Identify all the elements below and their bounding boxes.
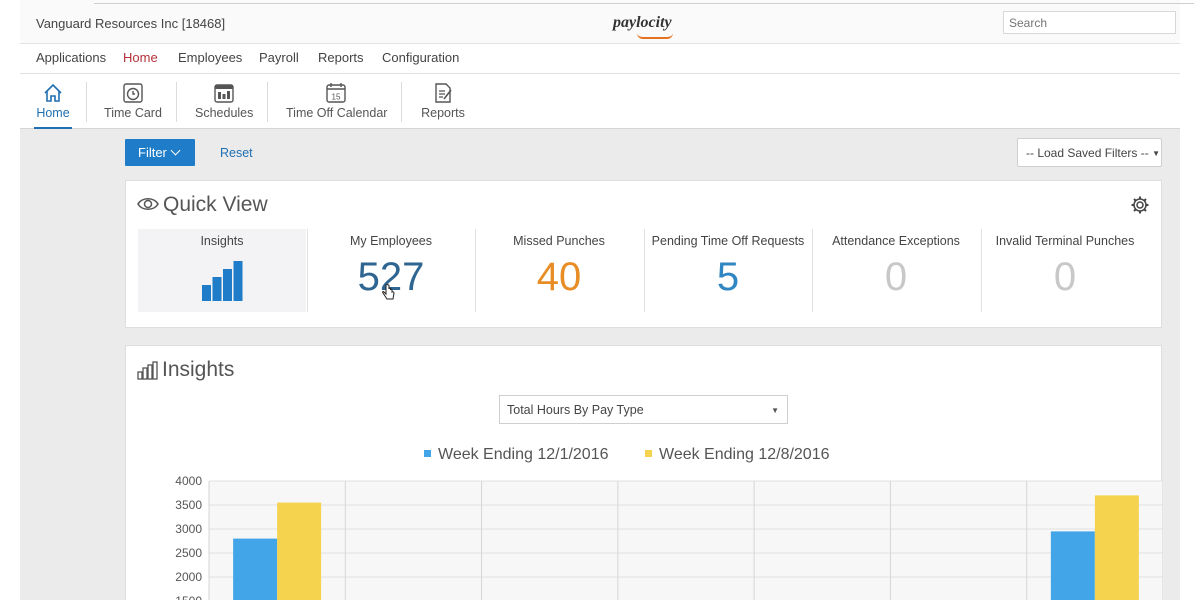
- calendar-icon: 15: [326, 83, 346, 103]
- filter-label: Filter: [138, 145, 167, 160]
- quick-view-title: Quick View: [163, 193, 268, 216]
- top-bar: Vanguard Resources Inc [18468] paylocity: [20, 0, 1194, 44]
- schedule-icon: [214, 84, 234, 103]
- bar-chart-outline-icon: [137, 361, 158, 380]
- nav-reports[interactable]: Reports: [318, 50, 364, 65]
- y-tick-label: 2500: [175, 546, 202, 560]
- tile-value: 40: [536, 255, 582, 299]
- pay-type-select-value: Total Hours By Pay Type: [507, 403, 644, 417]
- tile-missed-punches[interactable]: Missed Punches 40: [475, 229, 643, 312]
- company-name: Vanguard Resources Inc [18468]: [36, 16, 226, 31]
- dropdown-arrow-icon: ▼: [1152, 149, 1160, 158]
- logo-text: paylocity: [613, 14, 672, 31]
- filter-button[interactable]: Filter: [125, 139, 195, 166]
- pay-type-select[interactable]: Total Hours By Pay Type ▼: [499, 395, 788, 424]
- tile-label: Attendance Exceptions: [832, 234, 960, 248]
- sub-nav: Home Time Card Schedules 15 Time Off Cal…: [20, 74, 1180, 129]
- tile-value: 5: [716, 255, 740, 299]
- bar: [233, 538, 278, 600]
- clock-icon: [123, 83, 143, 103]
- subnav-home-label: Home: [36, 106, 70, 120]
- bar: [1050, 531, 1095, 600]
- reset-link[interactable]: Reset: [220, 146, 253, 160]
- hand-cursor-icon: [382, 284, 395, 300]
- svg-text:15: 15: [332, 93, 341, 102]
- y-tick-label: 1500: [175, 594, 202, 600]
- subnav-schedules[interactable]: Schedules: [195, 74, 253, 129]
- plot-area: [209, 481, 1163, 600]
- saved-filters-label: -- Load Saved Filters --: [1026, 146, 1149, 160]
- chevron-down-icon: [170, 145, 181, 156]
- subnav-time-card-label: Time Card: [104, 106, 162, 120]
- eye-icon: [137, 198, 159, 210]
- home-icon: [44, 83, 62, 102]
- bar: [1094, 495, 1139, 600]
- nav-employees[interactable]: Employees: [178, 50, 242, 65]
- subnav-reports[interactable]: Reports: [420, 74, 466, 129]
- subnav-reports-label: Reports: [421, 106, 465, 120]
- legend-swatch: [424, 450, 431, 457]
- gear-icon[interactable]: [1130, 195, 1150, 215]
- tile-value: 0: [1053, 255, 1077, 299]
- saved-filters-select[interactable]: -- Load Saved Filters -- ▼: [1017, 138, 1162, 167]
- main-nav: Applications Home Employees Payroll Repo…: [20, 44, 1180, 74]
- nav-applications[interactable]: Applications: [36, 50, 106, 65]
- tile-label: Insights: [200, 234, 244, 248]
- subnav-time-off-calendar[interactable]: 15 Time Off Calendar: [286, 74, 388, 129]
- y-tick-label: 3000: [175, 522, 202, 536]
- subnav-time-card[interactable]: Time Card: [104, 74, 162, 129]
- logo-swoosh: [637, 33, 673, 39]
- bar: [277, 502, 322, 600]
- dropdown-arrow-icon: ▼: [771, 406, 779, 415]
- subnav-time-off-calendar-label: Time Off Calendar: [286, 106, 388, 120]
- legend-item-week1[interactable]: Week Ending 12/1/2016: [424, 446, 609, 464]
- search-input[interactable]: [1003, 11, 1176, 34]
- tile-pending-time-off[interactable]: Pending Time Off Requests 5: [644, 229, 812, 312]
- tile-attendance-exceptions[interactable]: Attendance Exceptions 0: [812, 229, 980, 312]
- legend-item-week2[interactable]: Week Ending 12/8/2016: [645, 446, 830, 464]
- paylocity-logo[interactable]: paylocity: [613, 14, 677, 40]
- report-icon: [435, 83, 452, 103]
- nav-payroll[interactable]: Payroll: [259, 50, 299, 65]
- insights-card: Insights Total Hours By Pay Type ▼ Week …: [125, 345, 1163, 600]
- legend-swatch: [645, 450, 652, 457]
- tile-label: My Employees: [350, 234, 432, 248]
- divider: [267, 82, 268, 122]
- hours-bar-chart: 4000 3500 3000 2500 2000 1500: [175, 474, 1163, 600]
- subnav-schedules-label: Schedules: [195, 106, 254, 120]
- tile-invalid-terminal-punches[interactable]: Invalid Terminal Punches 0: [981, 229, 1149, 312]
- tile-label: Pending Time Off Requests: [651, 234, 805, 248]
- nav-configuration[interactable]: Configuration: [382, 50, 459, 65]
- legend-label: Week Ending 12/1/2016: [438, 446, 609, 463]
- subnav-home[interactable]: Home: [34, 74, 72, 129]
- tile-insights[interactable]: Insights: [138, 229, 306, 312]
- y-tick-label: 4000: [175, 474, 202, 488]
- window-edge: [94, 0, 1194, 4]
- tile-value: 0: [884, 255, 908, 299]
- divider: [176, 82, 177, 122]
- divider: [86, 82, 87, 122]
- y-tick-label: 2000: [175, 570, 202, 584]
- legend-label: Week Ending 12/8/2016: [659, 446, 830, 463]
- insights-title: Insights: [162, 358, 235, 381]
- y-tick-label: 3500: [175, 498, 202, 512]
- divider: [401, 82, 402, 122]
- bar-chart-icon: [202, 261, 243, 301]
- tile-label: Invalid Terminal Punches: [995, 234, 1135, 248]
- nav-home[interactable]: Home: [123, 50, 158, 65]
- tile-label: Missed Punches: [513, 234, 605, 248]
- quick-view-card: Quick View Insights My Employees 527 Mis…: [125, 180, 1162, 328]
